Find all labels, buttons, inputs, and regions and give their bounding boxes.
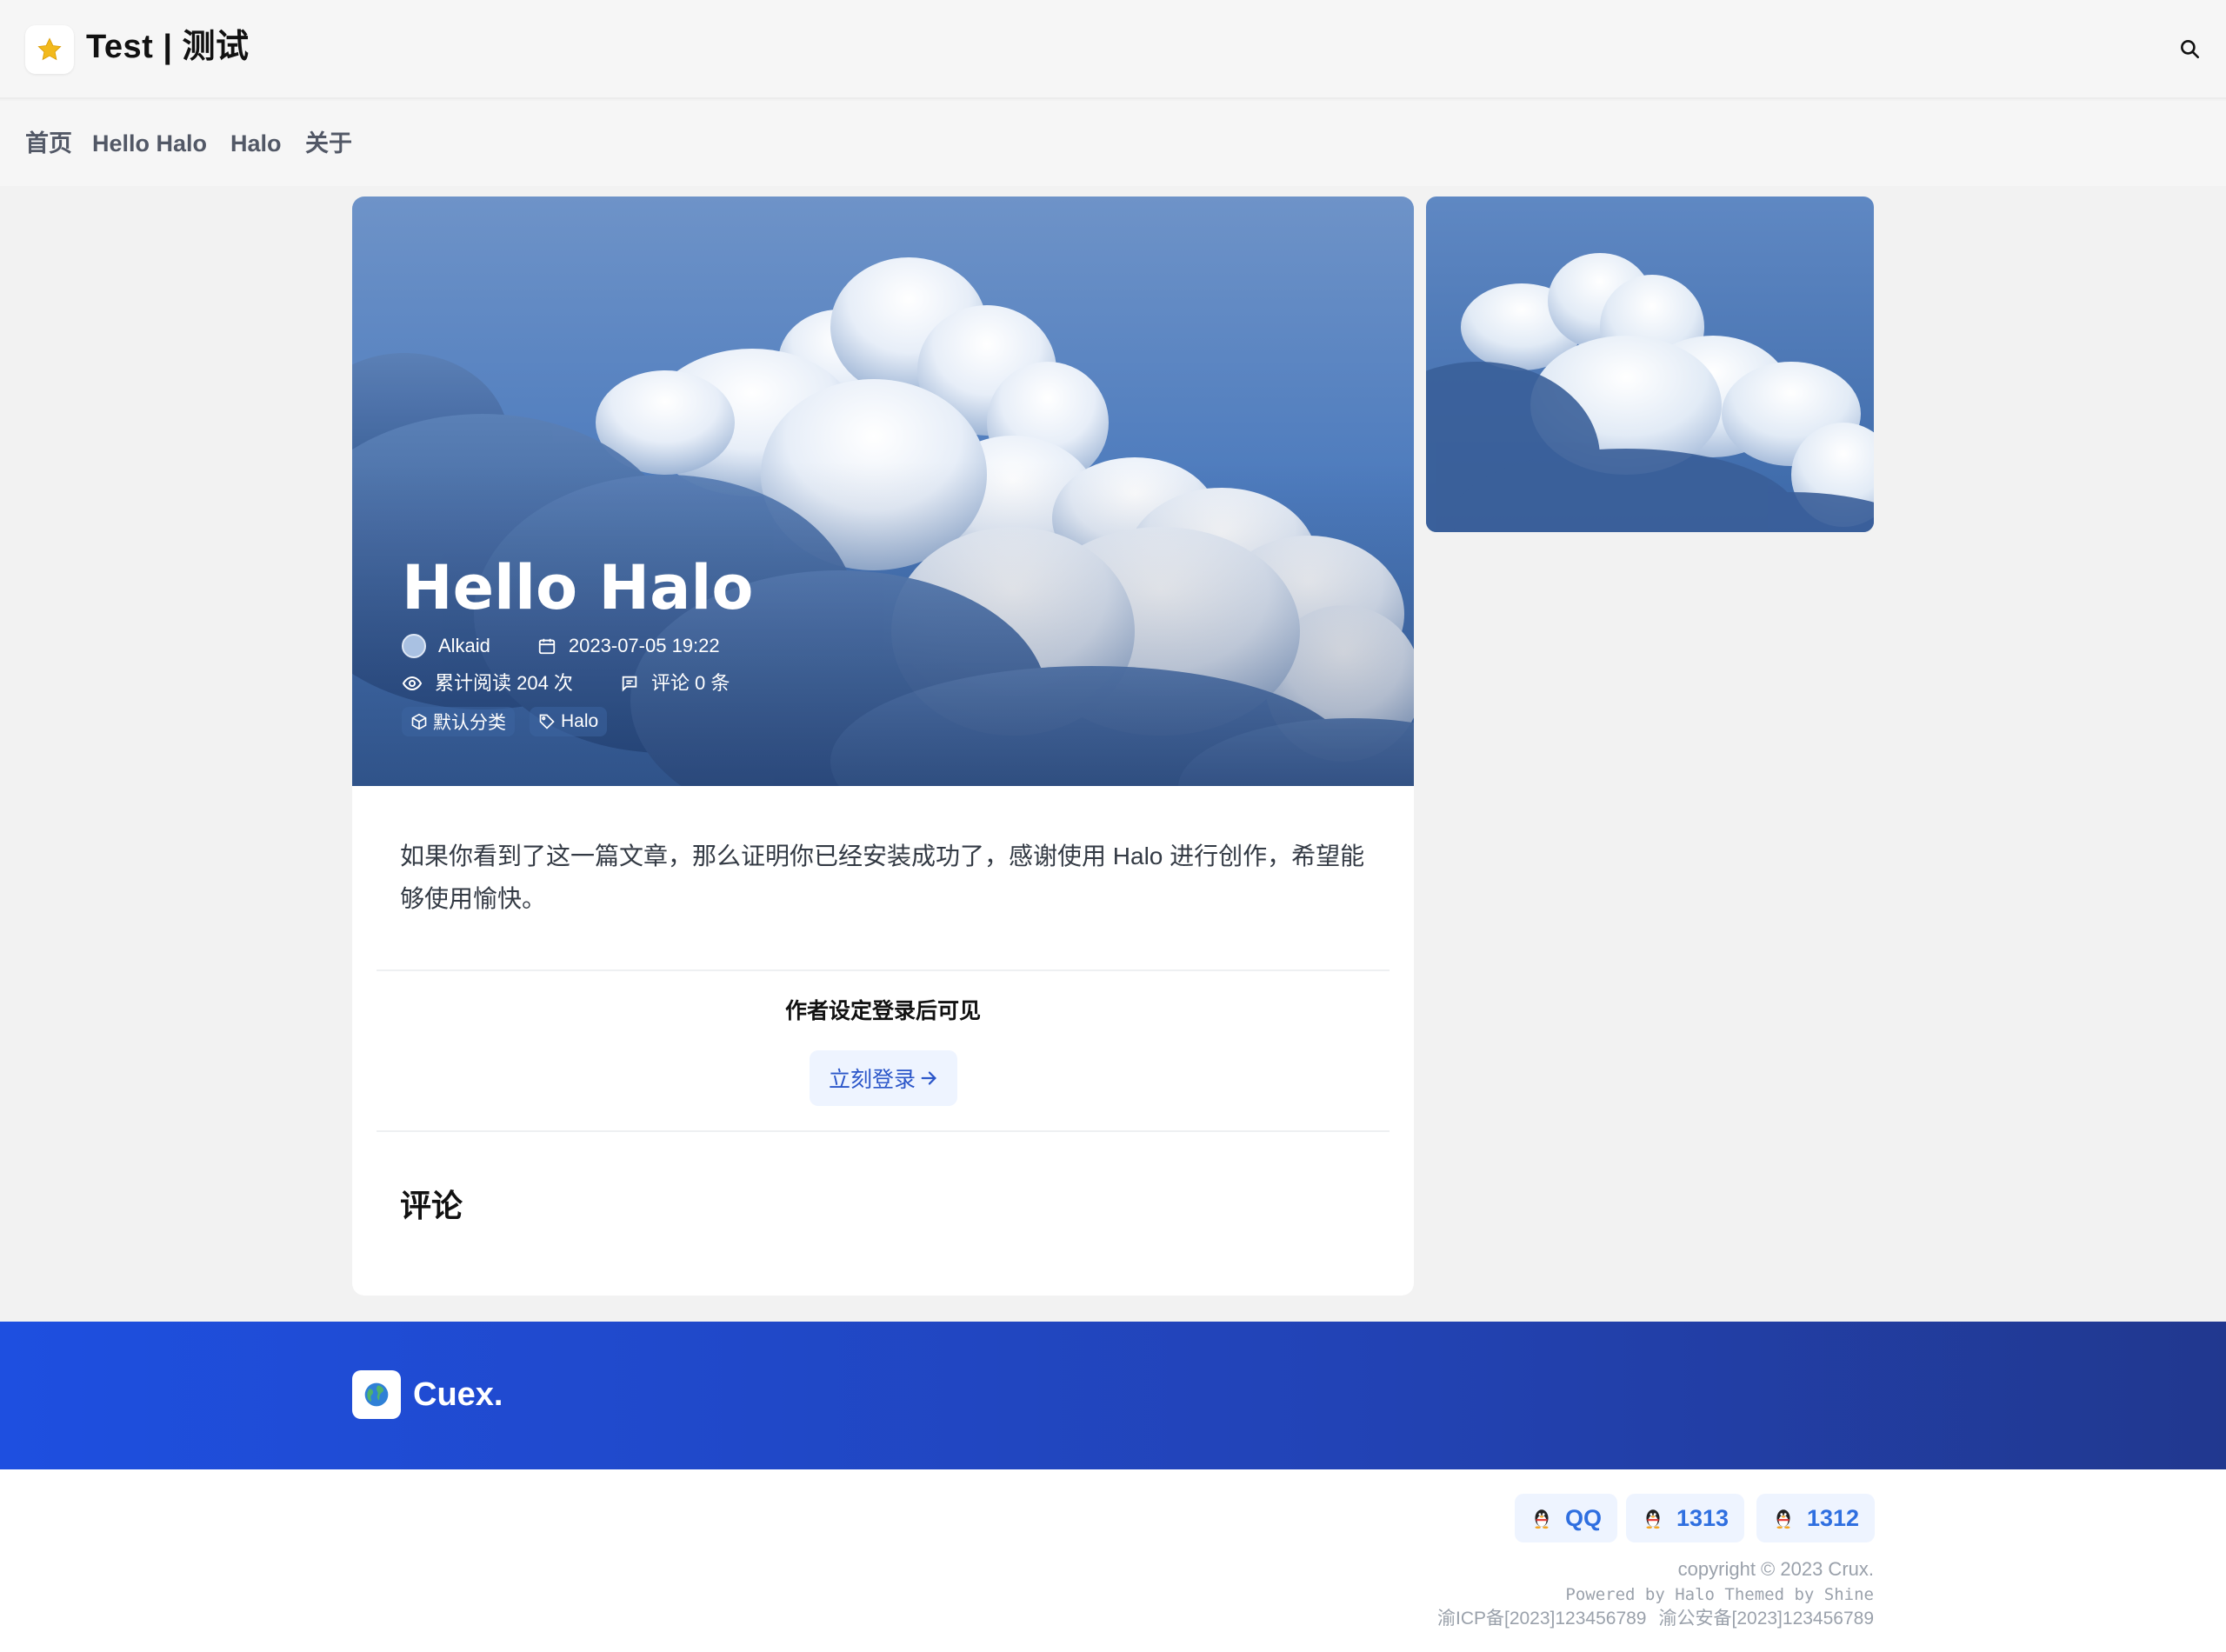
copyright-text: copyright © 2023 Crux. — [1677, 1558, 1874, 1580]
comments-heading: 评论 — [400, 1188, 463, 1223]
search-icon — [2181, 40, 2200, 59]
login-button[interactable]: 立刻登录 — [810, 1050, 957, 1106]
sidebar-image[interactable] — [1426, 197, 1874, 532]
post-meta-row-1: Alkaid 2023-07-05 19:22 — [402, 633, 720, 659]
social-1313-label: 1313 — [1676, 1504, 1729, 1531]
post-content: 如果你看到了这一篇文章，那么证明你已经安装成功了，感谢使用 Halo 进行创作，… — [400, 843, 1365, 912]
qq-penguin-icon — [1535, 1509, 1549, 1529]
tag-icon — [539, 714, 555, 729]
nav-item-home[interactable]: 首页 — [25, 127, 72, 160]
post-comment-count[interactable]: 评论 0 条 — [651, 670, 730, 696]
post-content-card: 如果你看到了这一篇文章，那么证明你已经安装成功了，感谢使用 Halo 进行创作，… — [352, 786, 1414, 1296]
globe-icon — [364, 1382, 389, 1407]
social-1313-button[interactable]: 1313 — [1626, 1494, 1745, 1542]
login-required-message: 作者设定登录后可见 — [784, 999, 981, 1023]
powered-by-text[interactable]: Powered by Halo Themed by Shine — [1565, 1582, 1874, 1607]
post-meta-row-2: 累计阅读 204 次 评论 0 条 — [402, 670, 730, 696]
nav-item-hello-halo[interactable]: Hello Halo — [92, 127, 207, 160]
social-qq-button[interactable]: QQ — [1515, 1494, 1618, 1542]
cover-image — [352, 197, 1414, 786]
footer-bottom: QQ 1313 1312 copyright © 2023 Crux. Powe… — [0, 1469, 2226, 1652]
star-icon — [37, 37, 62, 61]
sidebar-cover-image — [1426, 197, 1874, 532]
site-logo[interactable] — [25, 25, 74, 74]
social-1312-label: 1312 — [1807, 1504, 1860, 1531]
police-record-link[interactable]: 渝公安备[2023]123456789 — [1659, 1606, 1875, 1632]
footer-banner: Cuex. — [0, 1322, 2226, 1469]
footer-brand: Cuex. — [413, 1376, 503, 1413]
site-header: Test | 测试 — [0, 0, 2226, 99]
footer-logo[interactable] — [352, 1370, 401, 1419]
post-author[interactable]: Alkaid — [438, 633, 490, 659]
icp-link[interactable]: 渝ICP备[2023]123456789 — [1437, 1606, 1647, 1632]
qq-penguin-icon — [1776, 1509, 1790, 1529]
box-icon — [411, 713, 427, 730]
comment-icon — [622, 676, 637, 692]
author-avatar[interactable] — [402, 634, 426, 658]
main-nav: 首页 Hello Halo Halo 关于 — [0, 101, 2226, 186]
category-label: 默认分类 — [433, 713, 506, 733]
nav-item-about[interactable]: 关于 — [305, 127, 352, 160]
site-title[interactable]: Test | 测试 — [86, 23, 250, 71]
nav-item-halo[interactable]: Halo — [230, 127, 282, 160]
arrow-right-icon — [921, 1071, 936, 1085]
comments-divider — [377, 1130, 1390, 1132]
post-tag[interactable]: Halo — [530, 707, 608, 736]
search-button[interactable] — [2174, 33, 2205, 64]
tag-label: Halo — [561, 711, 599, 731]
category-tag[interactable]: 默认分类 — [402, 707, 515, 736]
calendar-icon — [538, 638, 556, 655]
eye-icon — [402, 676, 423, 691]
social-1312-button[interactable]: 1312 — [1756, 1494, 1876, 1542]
icp-row: 渝ICP备[2023]123456789 渝公安备[2023]123456789 — [1437, 1606, 1874, 1632]
login-button-label: 立刻登录 — [828, 1068, 916, 1092]
post-hero: Hello Halo Alkaid 2023-07-05 19:22 累计阅读 … — [352, 197, 1414, 786]
social-qq-label: QQ — [1565, 1504, 1603, 1531]
content-divider — [377, 969, 1390, 971]
post-views: 累计阅读 204 次 — [435, 672, 573, 694]
qq-penguin-icon — [1646, 1509, 1660, 1529]
post-date: 2023-07-05 19:22 — [568, 635, 720, 656]
post-title: Hello Halo — [402, 552, 754, 623]
